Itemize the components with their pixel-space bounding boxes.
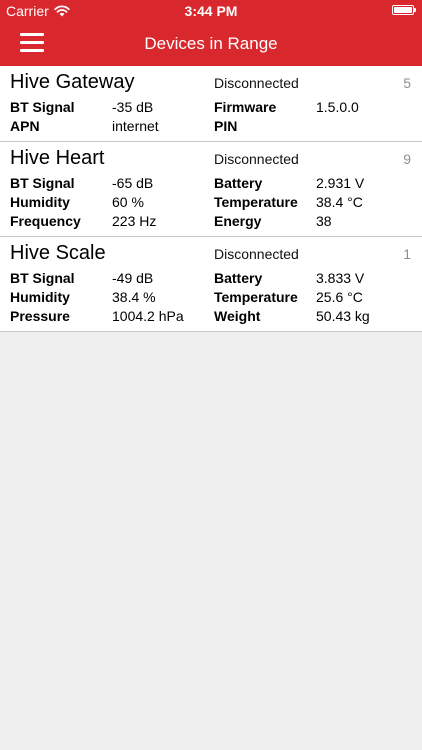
reading-label: BT Signal [10, 99, 75, 115]
battery-icon [392, 5, 416, 15]
status-bar: Carrier 3:44 PM [0, 0, 422, 22]
device-header: Hive Heart Disconnected 9 [0, 142, 422, 174]
reading-label: Firmware [214, 99, 277, 115]
device-readings: BT Signal -49 dB Battery 3.833 V Humidity 38.… [0, 269, 422, 331]
device-name: Hive Heart [10, 147, 105, 169]
page-title: Devices in Range [144, 34, 278, 53]
reading-value: 1.5.0.0 [316, 99, 359, 115]
reading-value: internet [112, 118, 159, 134]
reading-label: Temperature [214, 289, 298, 305]
reading-value: 38.4 % [112, 289, 156, 305]
reading-label: APN [10, 118, 40, 134]
reading-row: Humidity 60 % Temperature 38.4 °C [0, 193, 422, 212]
reading-value: 50.43 kg [316, 308, 370, 324]
reading-value: 1004.2 hPa [112, 308, 184, 324]
reading-label: Battery [214, 270, 263, 286]
reading-value: -49 dB [112, 270, 154, 286]
reading-value: 3.833 V [316, 270, 365, 286]
reading-row: Humidity 38.4 % Temperature 25.6 °C [0, 288, 422, 307]
app-header: Carrier 3:44 PM Devices in Range [0, 0, 422, 66]
device-count: 5 [403, 75, 411, 91]
connection-status: Disconnected [214, 75, 299, 91]
reading-label: Energy [214, 213, 262, 229]
reading-label: BT Signal [10, 270, 75, 286]
reading-label: Pressure [10, 308, 70, 324]
reading-label: BT Signal [10, 175, 75, 191]
reading-label: Battery [214, 175, 263, 191]
reading-value: -65 dB [112, 175, 154, 191]
reading-value: 25.6 °C [316, 289, 363, 305]
device-cell[interactable]: Hive Gateway Disconnected 5 BT Signal -35 dB… [0, 66, 422, 142]
device-count: 9 [403, 151, 411, 167]
status-time: 3:44 PM [184, 3, 238, 19]
device-readings: BT Signal -35 dB Firmware 1.5.0.0 APN interne… [0, 98, 422, 141]
device-header: Hive Gateway Disconnected 5 [0, 66, 422, 98]
reading-value: -35 dB [112, 99, 154, 115]
navigation-bar: Devices in Range [0, 22, 422, 66]
reading-label: Frequency [10, 213, 81, 229]
reading-row: BT Signal -49 dB Battery 3.833 V [0, 269, 422, 288]
reading-row: BT Signal -35 dB Firmware 1.5.0.0 [0, 98, 422, 117]
reading-label: Temperature [214, 194, 298, 210]
connection-status: Disconnected [214, 151, 299, 167]
device-count: 1 [403, 246, 411, 262]
device-cell[interactable]: Hive Heart Disconnected 9 BT Signal -65 dB Ba… [0, 142, 422, 237]
device-name: Hive Gateway [10, 71, 135, 93]
connection-status: Disconnected [214, 246, 299, 262]
reading-label: PIN [214, 118, 238, 134]
device-name: Hive Scale [10, 242, 106, 264]
device-readings: BT Signal -65 dB Battery 2.931 V Humidity 60 … [0, 174, 422, 236]
reading-label: Humidity [10, 289, 70, 305]
reading-label: Humidity [10, 194, 70, 210]
reading-value: 60 % [112, 194, 144, 210]
reading-value: 223 Hz [112, 213, 157, 229]
reading-row: Pressure 1004.2 hPa Weight 50.43 kg [0, 307, 422, 326]
reading-value: 38.4 °C [316, 194, 363, 210]
reading-value: 2.931 V [316, 175, 365, 191]
device-cell[interactable]: Hive Scale Disconnected 1 BT Signal -49 dB Ba… [0, 237, 422, 332]
reading-value: 38 [316, 213, 332, 229]
battery-level-fill [394, 7, 412, 13]
reading-row: APN internet PIN [0, 117, 422, 136]
reading-row: BT Signal -65 dB Battery 2.931 V [0, 174, 422, 193]
device-list: Hive Gateway Disconnected 5 BT Signal -35 dB… [0, 66, 422, 332]
reading-row: Frequency 223 Hz Energy 38 [0, 212, 422, 231]
device-header: Hive Scale Disconnected 1 [0, 237, 422, 269]
reading-label: Weight [214, 308, 261, 324]
